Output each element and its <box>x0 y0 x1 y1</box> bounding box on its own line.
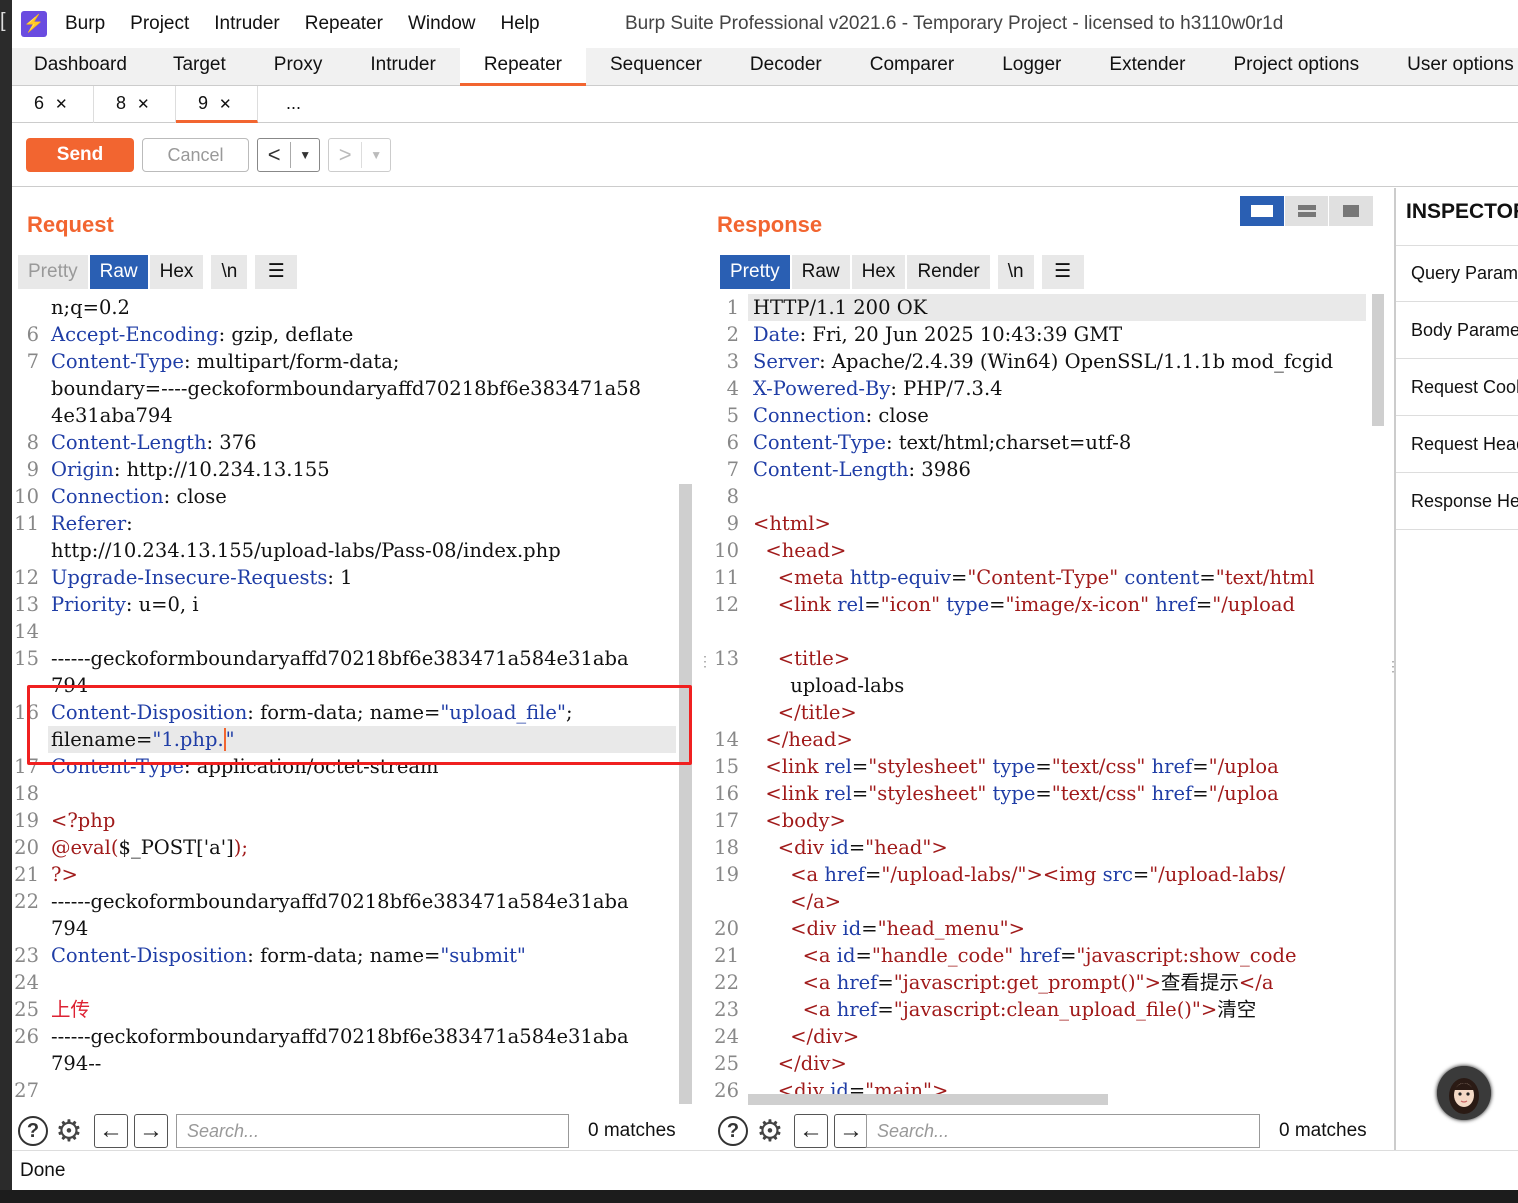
request-search-input[interactable]: Search... <box>176 1114 569 1148</box>
send-button[interactable]: Send <box>26 138 134 172</box>
burp-window: ⚡ Burp Project Intruder Repeater Window … <box>12 0 1518 1190</box>
inspector-request-headers[interactable]: Request Headers <box>1396 416 1518 473</box>
bottom-window-edge <box>0 1190 1518 1203</box>
close-icon[interactable]: ✕ <box>219 96 232 113</box>
response-options-menu-icon[interactable]: ☰ <box>1041 255 1084 289</box>
tab-user-options[interactable]: User options <box>1383 48 1518 86</box>
pane-divider[interactable]: ⋮ <box>694 188 712 1190</box>
repeater-tab-6[interactable]: 6 ✕ <box>12 86 94 123</box>
tab-project-options[interactable]: Project options <box>1209 48 1383 86</box>
menu-repeater[interactable]: Repeater <box>305 13 383 35</box>
inspector-query-parameters[interactable]: Query Parameters <box>1396 245 1518 302</box>
menu-bar: ⚡ Burp Project Intruder Repeater Window … <box>12 0 1518 48</box>
highlight-annotation-box <box>27 685 692 765</box>
menu-window[interactable]: Window <box>408 13 476 35</box>
inspector-title: INSPECTOR <box>1406 200 1518 223</box>
close-icon[interactable]: ✕ <box>55 96 68 113</box>
request-tab-pretty[interactable]: Pretty <box>18 255 88 289</box>
request-search-bar: ? ⚙ ← → Search... 0 matches <box>12 1114 694 1154</box>
response-tab-render[interactable]: Render <box>907 255 990 289</box>
tab-comparer[interactable]: Comparer <box>846 48 978 86</box>
menu-project[interactable]: Project <box>130 13 189 35</box>
tab-repeater[interactable]: Repeater <box>459 48 586 86</box>
avatar[interactable] <box>1437 1066 1491 1120</box>
request-options-menu-icon[interactable]: ☰ <box>255 255 298 289</box>
inspector-request-cookies[interactable]: Request Cookies <box>1396 359 1518 416</box>
response-pane: Response Pretty Raw Hex Render \n ☰ 1 HTT… <box>706 188 1400 1190</box>
response-horizontal-scrollbar[interactable] <box>748 1094 1108 1105</box>
tab-decoder[interactable]: Decoder <box>726 48 846 86</box>
response-tab-hex[interactable]: Hex <box>851 255 906 289</box>
gear-icon[interactable]: ⚙ <box>753 1114 787 1148</box>
request-view-tabs: Pretty Raw Hex \n ☰ <box>18 255 299 289</box>
next-match-icon[interactable]: → <box>834 1114 868 1148</box>
request-scrollbar[interactable] <box>679 484 692 1104</box>
main-tab-bar: Dashboard Target Proxy Intruder Repeater… <box>12 48 1518 86</box>
stacked-layout-icon[interactable] <box>1284 196 1329 226</box>
response-search-input[interactable]: Search... <box>866 1114 1260 1148</box>
forward-arrow-icon[interactable]: > <box>329 142 363 168</box>
previous-match-icon[interactable]: ← <box>94 1114 128 1148</box>
repeater-tab-new[interactable]: ... <box>258 86 318 123</box>
forward-button[interactable]: > ▼ <box>328 138 391 172</box>
left-window-edge: [ <box>0 0 12 1203</box>
menu-intruder[interactable]: Intruder <box>214 13 279 35</box>
request-tab-newline[interactable]: \n <box>211 255 248 289</box>
menu-burp[interactable]: Burp <box>65 13 105 35</box>
response-tab-raw[interactable]: Raw <box>791 255 850 289</box>
menu-help[interactable]: Help <box>501 13 540 35</box>
request-tab-raw[interactable]: Raw <box>89 255 148 289</box>
tab-extender[interactable]: Extender <box>1085 48 1209 86</box>
next-match-icon[interactable]: → <box>134 1114 168 1148</box>
tab-target[interactable]: Target <box>149 48 250 86</box>
tab-sequencer[interactable]: Sequencer <box>586 48 726 86</box>
tabbed-layout-icon[interactable] <box>1329 196 1374 226</box>
forward-dropdown-icon[interactable]: ▼ <box>362 148 390 162</box>
response-view-tabs: Pretty Raw Hex Render \n ☰ <box>720 255 1086 289</box>
status-bar: Done <box>12 1150 1518 1190</box>
repeater-tab-bar: 6 ✕ 8 ✕ 9 ✕ ... <box>12 86 1518 123</box>
tab-proxy[interactable]: Proxy <box>250 48 347 86</box>
inspector-body-parameters[interactable]: Body Parameters <box>1396 302 1518 359</box>
tab-intruder[interactable]: Intruder <box>346 48 459 86</box>
window-title: Burp Suite Professional v2021.6 - Tempor… <box>625 13 1284 34</box>
side-by-side-layout-icon[interactable] <box>1240 196 1284 226</box>
repeater-tab-9[interactable]: 9 ✕ <box>176 86 258 123</box>
gear-icon[interactable]: ⚙ <box>52 1114 86 1148</box>
response-tab-pretty[interactable]: Pretty <box>720 255 790 289</box>
repeater-toolbar: Send Cancel < ▼ > ▼ <box>12 123 1518 187</box>
request-matches-count: 0 matches <box>588 1120 676 1141</box>
response-title: Response <box>717 212 823 237</box>
inspector-panel: INSPECTOR Query Parameters Body Paramete… <box>1394 188 1518 1190</box>
response-scrollbar[interactable] <box>1372 294 1384 426</box>
response-viewer[interactable]: 1 HTTP/1.1 200 OK 2 Date: Fri, 20 Jun 2025… <box>706 294 1366 1104</box>
repeater-tab-8[interactable]: 8 ✕ <box>94 86 176 123</box>
close-icon[interactable]: ✕ <box>137 96 150 113</box>
back-dropdown-icon[interactable]: ▼ <box>291 148 319 162</box>
previous-match-icon[interactable]: ← <box>794 1114 828 1148</box>
tab-dashboard[interactable]: Dashboard <box>12 48 149 86</box>
tab-logger[interactable]: Logger <box>978 48 1085 86</box>
response-search-bar: ? ⚙ ← → Search... 0 matches <box>706 1114 1384 1154</box>
help-icon[interactable]: ? <box>16 1114 50 1148</box>
response-matches-count: 0 matches <box>1279 1120 1367 1141</box>
inspector-response-headers[interactable]: Response Headers <box>1396 473 1518 530</box>
response-tab-newline[interactable]: \n <box>997 255 1034 289</box>
layout-toggle <box>1240 196 1374 226</box>
burp-logo-icon: ⚡ <box>21 11 47 37</box>
back-arrow-icon[interactable]: < <box>258 142 292 168</box>
back-button[interactable]: < ▼ <box>257 138 320 172</box>
help-icon[interactable]: ? <box>716 1114 750 1148</box>
cancel-button[interactable]: Cancel <box>142 138 249 172</box>
request-title: Request <box>27 212 114 237</box>
request-tab-hex[interactable]: Hex <box>149 255 204 289</box>
